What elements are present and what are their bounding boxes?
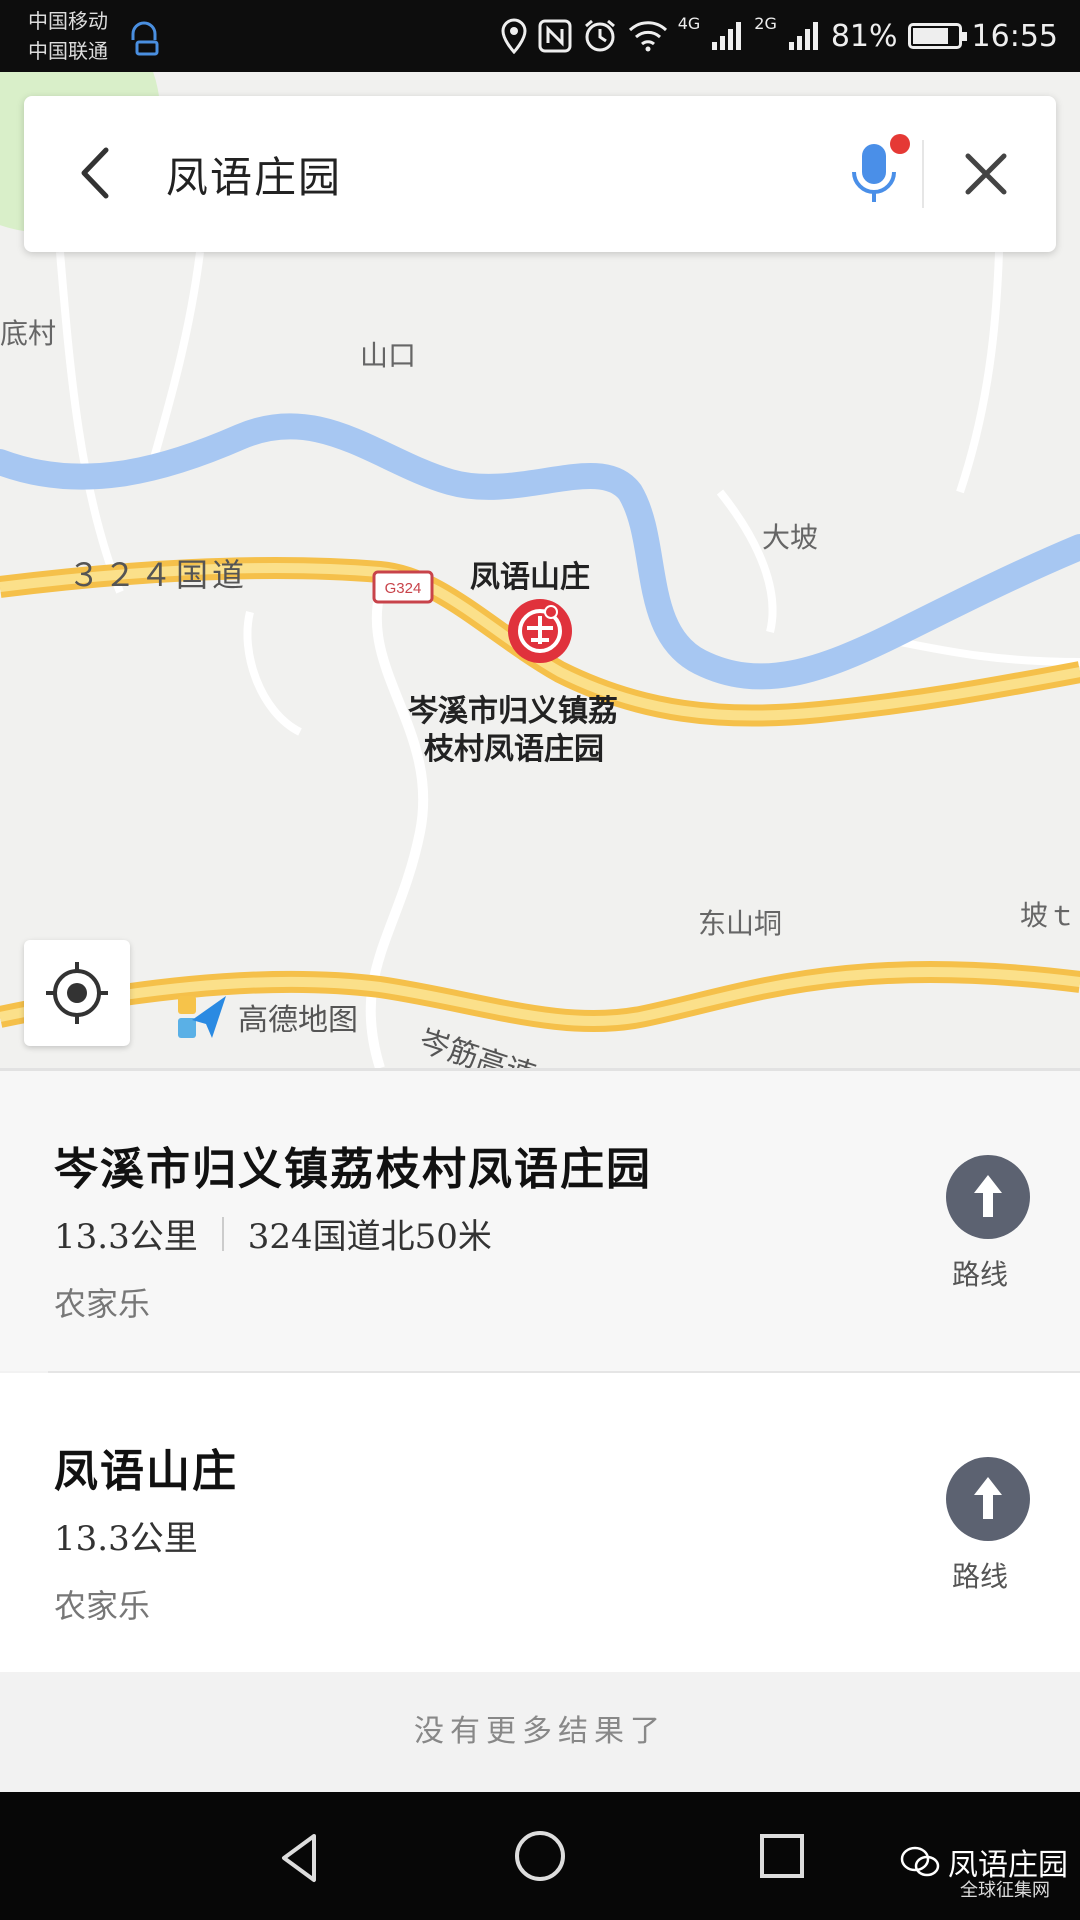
carrier-1: 中国移动 [28,9,108,33]
route-arrow-icon [974,1175,1002,1217]
location-icon [501,18,527,54]
result-distance: 13.3公里 [54,1519,198,1559]
route-arrow-icon [974,1477,1002,1519]
result-category: 农家乐 [54,1285,151,1323]
battery-percent: 81% [830,18,898,54]
map-label-shankou: 山口 [360,339,417,372]
network-1-type: 4G [677,14,701,33]
results-list: 岑溪市归义镇荔枝村凤语庄园 13.3公里 324国道北50米 农家乐 路线 凤语… [0,1068,1080,1673]
result-address: 324国道北50米 [247,1217,492,1257]
map-pin-icon[interactable] [505,596,575,680]
result-meta: 13.3公里 [54,1511,198,1560]
map-label-poi-bottom-line2[interactable]: 枝村凤语庄园 [424,724,604,768]
result-title: 凤语山庄 [54,1446,238,1497]
amap-logo: 高德地图 [176,990,358,1044]
search-bar: 凤语庄园 [24,96,1056,252]
network-2-type: 2G [754,14,777,33]
map-label-national-road: ３２４国道 [68,556,249,594]
map-label-dongshan: 东山垌 [698,907,783,940]
nfc-icon [538,19,572,53]
battery-icon [907,23,967,49]
result-category: 农家乐 [54,1587,151,1625]
nav-back-icon[interactable] [270,1828,330,1888]
signal-icon-2 [788,22,818,50]
search-input[interactable]: 凤语庄园 [166,144,342,205]
nav-home-icon[interactable] [512,1828,568,1884]
microphone-icon[interactable] [834,132,914,212]
locate-me-button[interactable] [24,940,130,1046]
no-more-results: 没有更多结果了 [0,1672,1080,1792]
map-label-dapo: 大坡 [762,521,819,554]
route-label[interactable]: 路线 [952,1253,1008,1293]
battery-level [912,28,949,44]
crosshair-icon [46,962,108,1024]
carrier-info: 中国移动 中国联通 [28,6,108,66]
meta-separator [221,1216,224,1251]
wechat-icon [900,1846,940,1877]
map-label-poi-top[interactable]: 凤语山庄 [470,552,590,596]
headset-icon [131,21,159,56]
result-meta: 13.3公里 324国道北50米 [54,1209,492,1258]
search-divider [922,140,924,208]
carrier-2: 中国联通 [28,39,108,63]
alarm-icon [584,19,615,52]
watermark-subtitle: 全球征集网 [960,1880,1050,1901]
amap-logo-text: 高德地图 [238,1004,358,1037]
clock: 16:55 [971,18,1058,54]
result-item[interactable]: 岑溪市归义镇荔枝村凤语庄园 13.3公里 324国道北50米 农家乐 路线 [0,1071,1080,1373]
map-label-pobian: 坡ｔ [1020,899,1077,932]
map-label-village-left: 底村 [0,317,57,350]
chevron-left-icon[interactable] [64,140,130,206]
nav-recent-icon[interactable] [754,1828,810,1884]
signal-icon-1 [712,22,742,50]
result-title: 岑溪市归义镇荔枝村凤语庄园 [54,1144,652,1195]
close-icon[interactable] [952,140,1020,208]
road-sign-g324-text: G324 [385,580,422,597]
result-distance: 13.3公里 [54,1217,198,1257]
route-button[interactable] [946,1457,1030,1541]
amap-logo-icon [178,996,226,1038]
route-label[interactable]: 路线 [952,1555,1008,1595]
route-button[interactable] [946,1155,1030,1239]
wifi-icon [628,21,667,52]
status-bar: 中国移动 中国联通 4G 2G 81% 16:55 [0,0,1080,72]
result-item[interactable]: 凤语山庄 13.3公里 农家乐 路线 [0,1373,1080,1673]
